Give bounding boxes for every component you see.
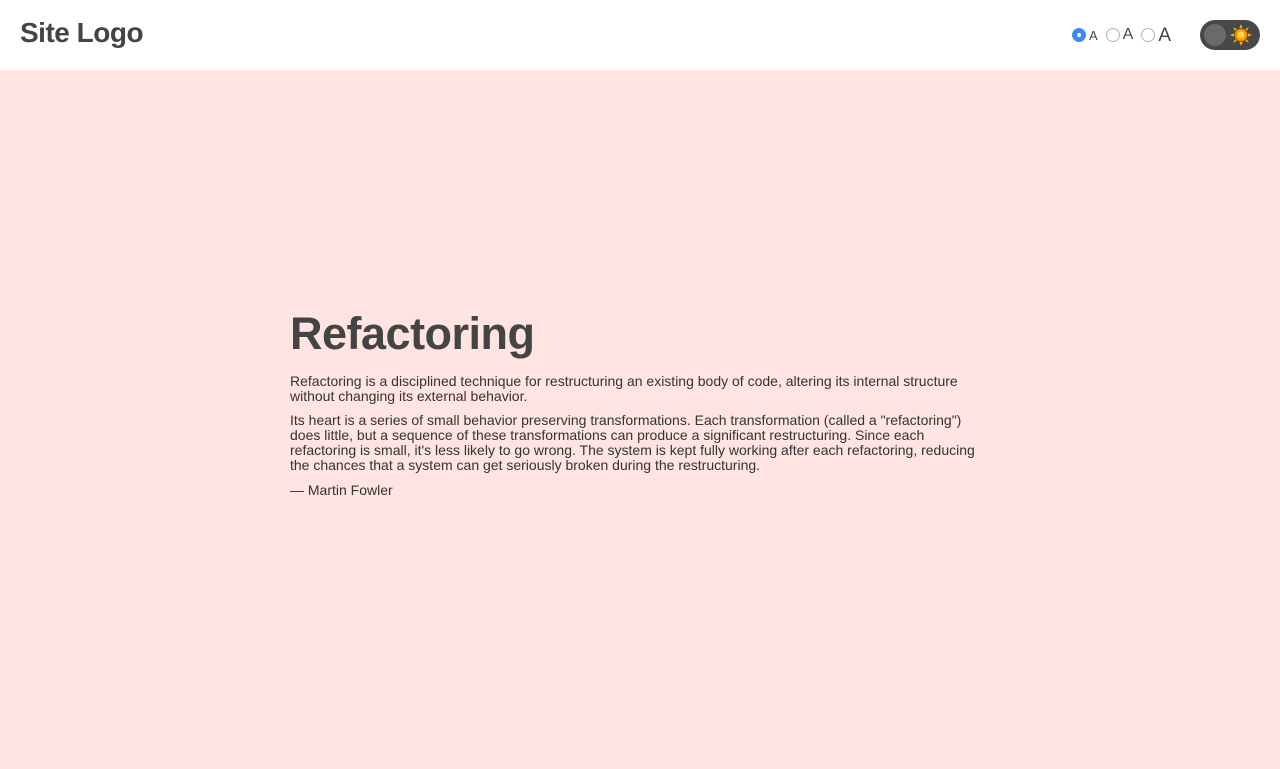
font-size-label-medium: A bbox=[1122, 26, 1134, 43]
sun-icon bbox=[1230, 24, 1252, 46]
quote-block: Refactoring Refactoring is a disciplined… bbox=[290, 308, 990, 498]
font-size-radio-medium[interactable] bbox=[1105, 28, 1120, 42]
site-logo[interactable]: Site Logo bbox=[20, 16, 144, 50]
page-title: Refactoring bbox=[290, 308, 535, 359]
font-size-option-large[interactable]: A bbox=[1141, 26, 1171, 45]
quote-paragraph: Refactoring is a disciplined technique f… bbox=[290, 373, 958, 404]
toggle-knob[interactable] bbox=[1204, 24, 1226, 46]
quote-paragraph: Its heart is a series of small behavior … bbox=[290, 412, 975, 473]
font-size-radio-large[interactable] bbox=[1141, 28, 1156, 42]
theme-toggle[interactable] bbox=[1200, 20, 1260, 50]
font-size-label-small: A bbox=[1089, 27, 1098, 43]
quote-author: — Martin Fowler bbox=[290, 482, 393, 498]
font-size-label-large: A bbox=[1158, 24, 1172, 46]
font-size-option-medium[interactable]: A bbox=[1105, 26, 1134, 43]
font-size-radio-small[interactable] bbox=[1072, 28, 1086, 42]
font-size-selector: A A A bbox=[1072, 24, 1179, 46]
site-header: Site Logo A A A bbox=[0, 0, 1280, 70]
font-size-option-small[interactable]: A bbox=[1072, 28, 1098, 42]
